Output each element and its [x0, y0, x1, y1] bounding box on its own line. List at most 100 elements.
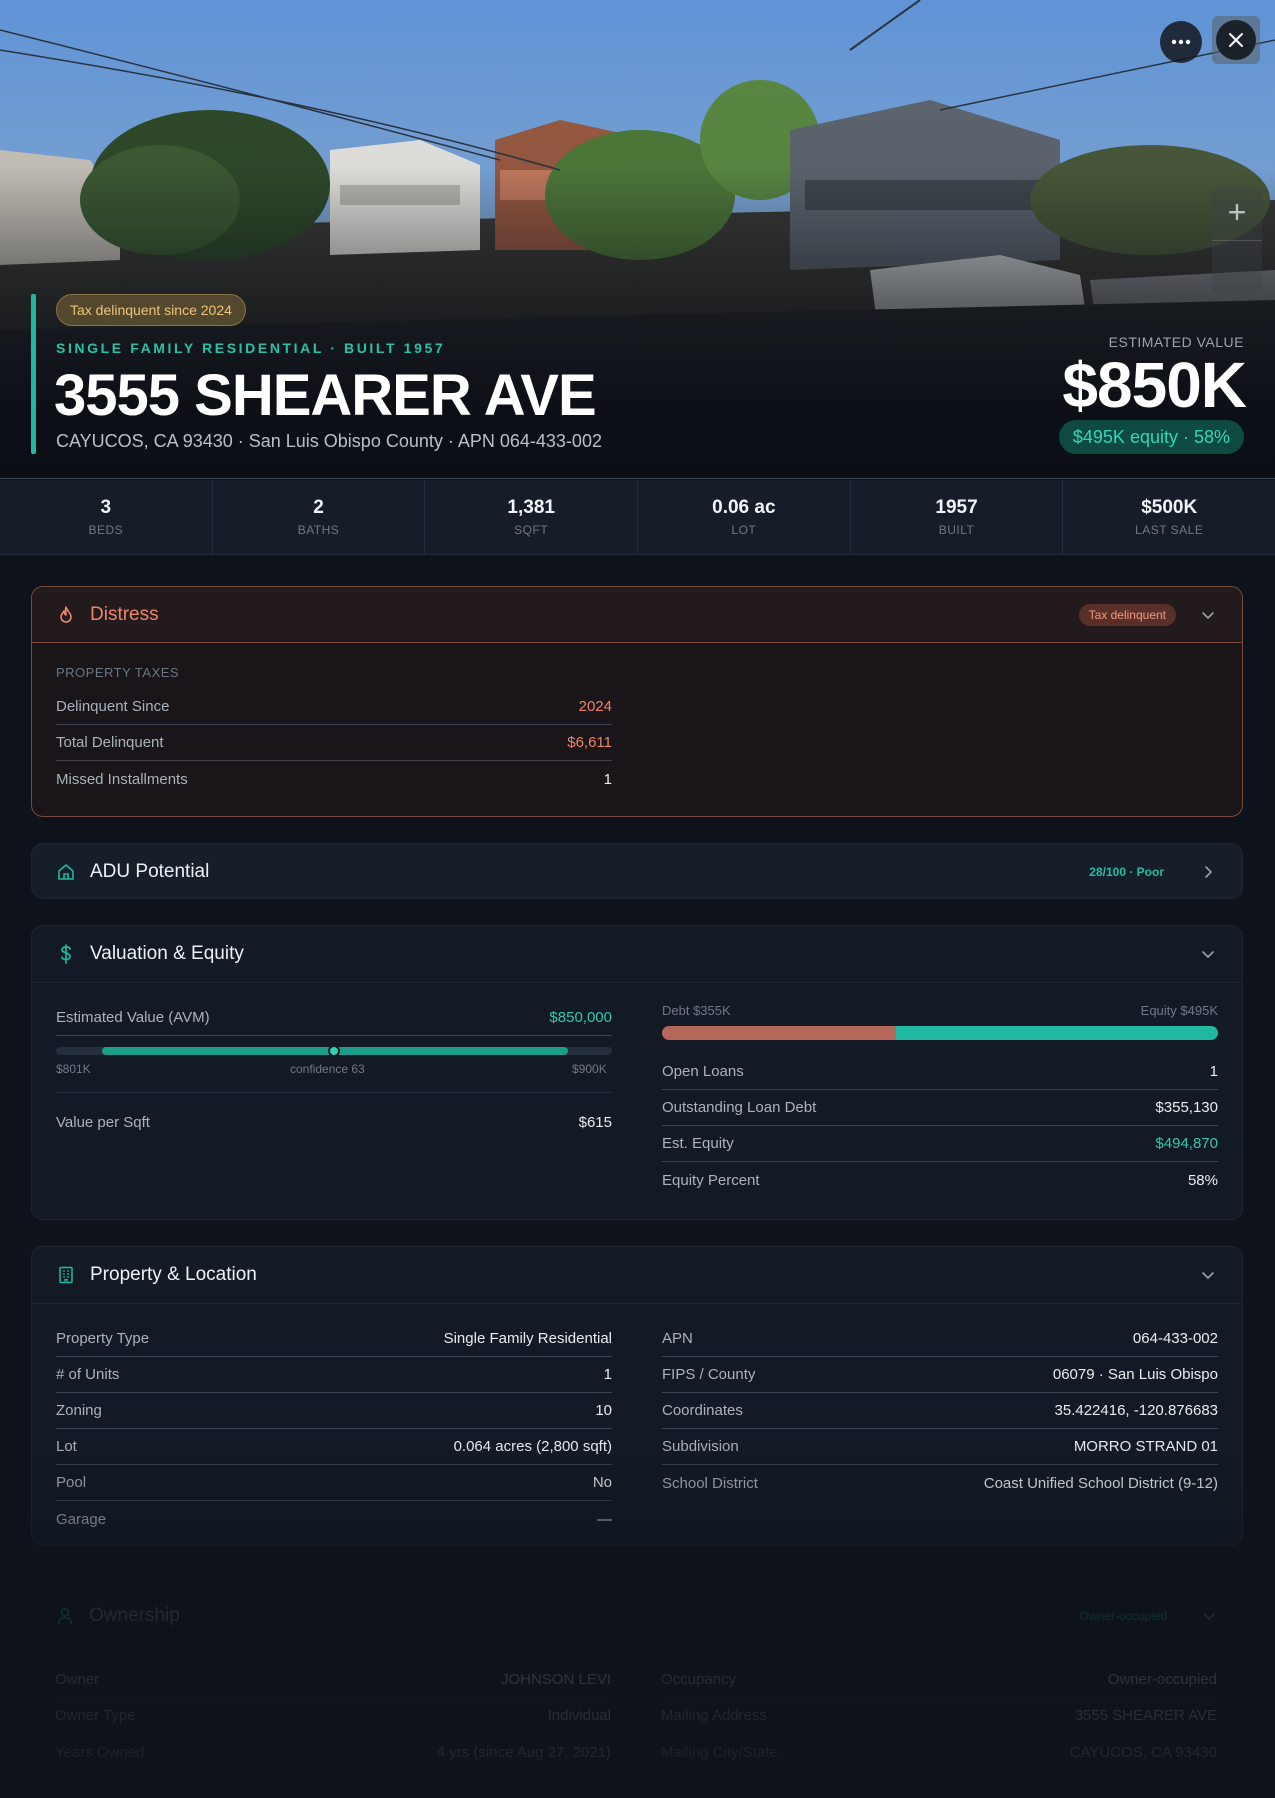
kv-row: Zoning 10	[56, 1393, 612, 1429]
kv-row: Mailing Address 3555 SHEARER AVE	[661, 1698, 1217, 1734]
chevron-down-icon[interactable]	[1198, 944, 1218, 964]
kv-key: Equity Percent	[662, 1171, 760, 1189]
stat-last-sale: $500K LAST SALE	[1063, 480, 1275, 554]
chevron-down-icon[interactable]	[1198, 1265, 1218, 1285]
kv-value: 58%	[1187, 1171, 1218, 1189]
kv-value: MORRO STRAND 01	[1073, 1438, 1218, 1455]
stat-label: SQFT	[514, 523, 549, 537]
property-location-panel: Property & Location Property Type Single …	[31, 1246, 1243, 1546]
chevron-right-icon[interactable]	[1198, 862, 1218, 882]
ownership-panel: Ownership Owner-occupied Owner JOHNSON LE…	[31, 1588, 1243, 1798]
more-options-button[interactable]	[1160, 21, 1202, 63]
stat-label: LAST SALE	[1135, 523, 1204, 537]
kv-key: Value per Sqft	[56, 1113, 150, 1131]
valuation-equity-panel: Valuation & Equity Estimated Value (AVM)…	[31, 925, 1243, 1220]
range-low: $801K	[56, 1062, 91, 1076]
property-header[interactable]: Property & Location	[32, 1247, 1242, 1303]
stat-baths: 2 BATHS	[213, 480, 426, 554]
kv-row: Owner Type Individual	[55, 1698, 611, 1734]
kv-value: JOHNSON LEVI	[500, 1671, 611, 1688]
chevron-down-icon[interactable]	[1198, 605, 1218, 625]
ownership-header[interactable]: Ownership Owner-occupied	[31, 1588, 1243, 1644]
stat-label: BATHS	[297, 523, 340, 537]
kv-key: Garage	[56, 1510, 107, 1528]
stat-beds: 3 BEDS	[0, 480, 213, 554]
kv-value: Single Family Residential	[443, 1330, 612, 1347]
distress-tag: Tax delinquent	[1078, 604, 1176, 626]
close-icon	[1229, 33, 1243, 47]
kv-value: 4 yrs (since Aug 27, 2021)	[436, 1743, 611, 1761]
kv-row: APN 064-433-002	[662, 1321, 1218, 1357]
kv-row: Property Type Single Family Residential	[56, 1321, 612, 1357]
plus-icon[interactable]: +	[1212, 194, 1262, 231]
kv-key: Lot	[56, 1438, 77, 1455]
property-title-label: Property & Location	[90, 1264, 257, 1285]
divider	[56, 1092, 612, 1093]
kv-row: Pool No	[56, 1465, 612, 1501]
kv-value: 06079 · San Luis Obispo	[1052, 1366, 1218, 1383]
stat-lot: 0.06 ac LOT	[638, 480, 851, 554]
map-zoom-control[interactable]: +	[1212, 188, 1262, 292]
ownership-tag: Owner-occupied	[1079, 1609, 1167, 1623]
kv-value: $615	[578, 1113, 612, 1131]
property-taxes-label: PROPERTY TAXES	[56, 665, 180, 680]
debt-label: Debt $355K	[662, 1003, 731, 1018]
more-horizontal-icon	[1171, 39, 1191, 45]
dollar-icon	[56, 944, 76, 964]
kv-key: Open Loans	[662, 1063, 744, 1080]
kv-row: Missed Installments 1	[56, 761, 612, 797]
kv-value: No	[592, 1474, 612, 1491]
property-title: 3555 SHEARER AVE	[54, 363, 597, 428]
kv-key: School District	[662, 1474, 758, 1492]
valuation-header[interactable]: Valuation & Equity	[32, 926, 1242, 982]
kv-value: Individual	[547, 1707, 611, 1724]
stat-built: 1957 BUILT	[851, 480, 1064, 554]
title-accent-bar	[31, 294, 36, 454]
kv-value: 2024	[578, 698, 612, 715]
kv-row: Est. Equity $494,870	[662, 1126, 1218, 1162]
adu-title: ADU Potential	[90, 861, 210, 882]
kv-row: Open Loans 1	[662, 1054, 1218, 1090]
kv-value: 10	[595, 1402, 612, 1419]
kv-key: Est. Equity	[662, 1135, 734, 1152]
adu-header[interactable]: ADU Potential 28/100 · Poor	[32, 844, 1242, 898]
distress-header[interactable]: Distress Tax delinquent	[32, 587, 1242, 643]
kv-key: # of Units	[56, 1366, 120, 1383]
flame-icon	[56, 605, 76, 625]
kv-value: —	[597, 1510, 612, 1528]
kv-key: Delinquent Since	[56, 698, 170, 715]
kv-value: $355,130	[1155, 1099, 1218, 1116]
adu-score: 28/100 · Poor	[1089, 865, 1164, 879]
distress-panel: Distress Tax delinquent PROPERTY TAXES D…	[31, 586, 1243, 817]
chevron-down-icon[interactable]	[1199, 1606, 1219, 1626]
kv-row: Lot 0.064 acres (2,800 sqft)	[56, 1429, 612, 1465]
kv-key: APN	[662, 1330, 693, 1347]
property-body: Property Type Single Family Residential #…	[32, 1303, 1242, 1528]
kv-value: 1	[603, 1366, 612, 1383]
kv-key: Mailing Address	[661, 1707, 767, 1724]
kv-row: Subdivision MORRO STRAND 01	[662, 1429, 1218, 1465]
stat-label: BEDS	[88, 523, 124, 537]
kv-key: Years Owned	[55, 1743, 145, 1761]
building-icon	[56, 1265, 76, 1285]
kv-row: Years Owned 4 yrs (since Aug 27, 2021)	[55, 1734, 611, 1770]
ownership-title: Ownership	[89, 1605, 180, 1626]
distress-title: Distress	[90, 603, 159, 625]
adu-potential-panel[interactable]: ADU Potential 28/100 · Poor	[31, 843, 1243, 899]
kv-key: Property Type	[56, 1330, 150, 1347]
kv-value: $6,611	[567, 734, 612, 751]
stats-bar: 3 BEDS 2 BATHS 1,381 SQFT 0.06 ac LOT 1957 BU…	[0, 480, 1275, 555]
user-icon	[55, 1606, 75, 1626]
kv-key: Owner	[55, 1671, 100, 1688]
kv-key: Missed Installments	[56, 770, 188, 788]
stat-sqft: 1,381 SQFT	[425, 480, 639, 554]
kv-row: Equity Percent 58%	[662, 1162, 1218, 1198]
kv-value: Owner-occupied	[1107, 1671, 1217, 1688]
kv-row: Mailing City/State CAYUCOS, CA 93430	[661, 1734, 1217, 1770]
avm-row: Estimated Value (AVM) $850,000	[56, 1000, 612, 1036]
confidence-marker	[328, 1045, 340, 1057]
kv-row: Occupancy Owner-occupied	[661, 1662, 1217, 1698]
kv-row: Owner JOHNSON LEVI	[55, 1662, 611, 1698]
stat-value: 1957	[935, 497, 978, 518]
close-button[interactable]	[1212, 16, 1260, 64]
